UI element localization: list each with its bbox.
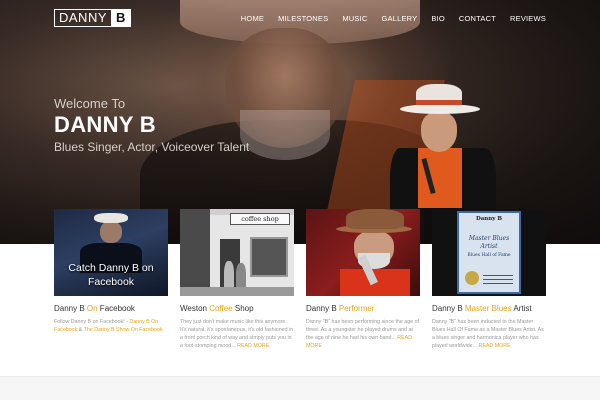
read-more-link[interactable]: READ MORE (479, 343, 511, 349)
nav-music[interactable]: MUSIC (342, 14, 367, 23)
singer-hat-band (416, 100, 462, 105)
singer-shirt (418, 148, 462, 208)
card-coffee-text: They just don't make music like this any… (180, 318, 294, 350)
footer-strip (0, 376, 600, 400)
card-master-blues-image[interactable]: Danny B Master Blues Artist Blues Hall o… (432, 209, 546, 296)
cert-line-2: Artist (480, 243, 498, 250)
logo-text-b: B (111, 10, 131, 26)
fb-image-hat (94, 213, 128, 223)
coffee-window (250, 237, 288, 277)
facebook-show-link[interactable]: The Danny B Show On Facebook (84, 327, 163, 333)
card-coffee-shop: coffee shop Weston Coffee Shop They just… (180, 209, 294, 350)
card-facebook-image[interactable]: Catch Danny B on Facebook (54, 209, 168, 296)
title-accent: Master Blues (464, 304, 512, 313)
certificate: Danny B Master Blues Artist Blues Hall o… (457, 211, 521, 294)
card-coffee-title[interactable]: Weston Coffee Shop (180, 304, 294, 313)
cert-line-3: Blues Hall of Fame (467, 253, 511, 258)
cert-name: Danny B (475, 216, 503, 222)
text-pre: Follow Danny B on Facebook! - (54, 319, 130, 325)
site-logo[interactable]: DANNY B (54, 9, 132, 27)
card-master-blues: Danny B Master Blues Artist Blues Hall o… (432, 209, 546, 350)
card-facebook-text: Follow Danny B on Facebook! - Danny B On… (54, 318, 168, 334)
hero-subtitle: Blues Singer, Actor, Voiceover Talent (54, 140, 250, 154)
card-master-blues-text: Danny "B" has been inducted to the Maste… (432, 318, 546, 350)
feature-cards: Catch Danny B on Facebook Danny B On Fac… (54, 209, 546, 350)
nav-milestones[interactable]: MILESTONES (278, 14, 328, 23)
performer-hat (346, 209, 404, 229)
nav-home[interactable]: HOME (241, 14, 264, 23)
title-pre: Danny B (54, 304, 87, 313)
read-more-link[interactable]: READ MORE (237, 343, 269, 349)
nav-reviews[interactable]: REVIEWS (510, 14, 546, 23)
card-master-blues-title[interactable]: Danny B Master Blues Artist (432, 304, 546, 313)
title-pre: Danny B (432, 304, 465, 313)
cert-seal-icon (465, 271, 479, 285)
title-post: Artist (511, 304, 532, 313)
singer-face (421, 112, 457, 152)
card-performer-image[interactable] (306, 209, 420, 296)
title-pre: Danny B (306, 304, 339, 313)
title-post: Shop (232, 304, 254, 313)
hero-beard (240, 110, 330, 160)
card-facebook-title[interactable]: Danny B On Facebook (54, 304, 168, 313)
coffee-sign: coffee shop (230, 213, 290, 225)
card-performer-title[interactable]: Danny B Performer (306, 304, 420, 313)
nav-contact[interactable]: CONTACT (459, 14, 496, 23)
card-facebook: Catch Danny B on Facebook Danny B On Fac… (54, 209, 168, 350)
title-pre: Weston (180, 304, 210, 313)
main-nav: HOME MILESTONES MUSIC GALLERY BIO CONTAC… (241, 14, 546, 23)
card-coffee-image[interactable]: coffee shop (180, 209, 294, 296)
hero-banner: DANNY B HOME MILESTONES MUSIC GALLERY BI… (0, 0, 600, 244)
cert-signature-lines (483, 275, 513, 276)
title-accent: Coffee (209, 304, 233, 313)
cert-line-1: Master Blues (468, 235, 510, 242)
nav-bio[interactable]: BIO (431, 14, 445, 23)
card-performer-text: Danny "B" has been performing since the … (306, 318, 420, 350)
coffee-ground (180, 287, 294, 296)
logo-text-danny: DANNY (59, 10, 108, 25)
nav-gallery[interactable]: GALLERY (382, 14, 418, 23)
fb-image-face (100, 221, 122, 243)
hero-welcome: Welcome To (54, 96, 126, 111)
title-accent: On (86, 304, 98, 313)
title-accent: Performer (338, 304, 375, 313)
coffee-building (180, 209, 210, 296)
fb-image-caption: Catch Danny B on Facebook (68, 262, 154, 288)
card-performer: Danny B Performer Danny "B" has been per… (306, 209, 420, 350)
title-post: Facebook (97, 304, 135, 313)
hero-title: DANNY B (54, 112, 156, 137)
